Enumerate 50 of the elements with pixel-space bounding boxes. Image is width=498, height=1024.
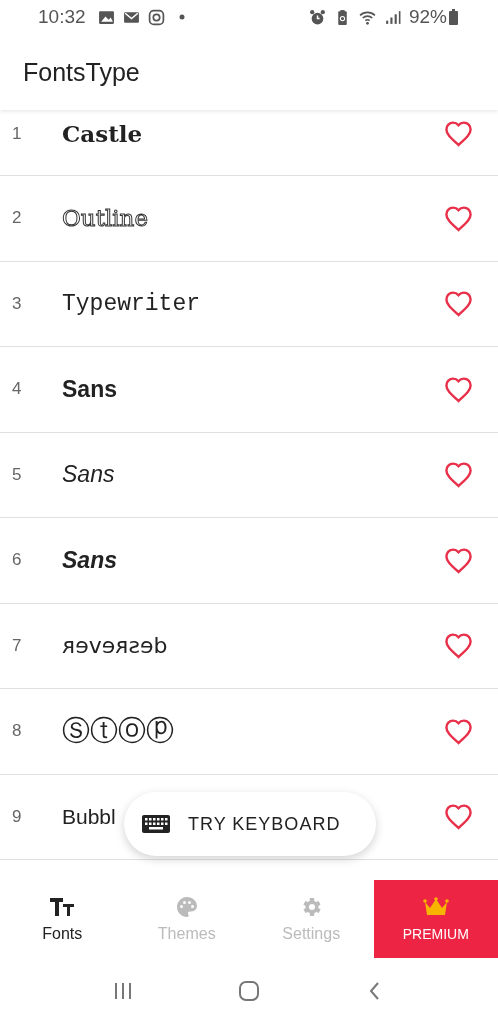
font-sample: Bubbl — [62, 804, 116, 829]
font-row[interactable]: 4 Sans — [0, 347, 498, 433]
status-time: 10:32 — [38, 6, 86, 28]
row-number: 7 — [12, 635, 23, 656]
row-number: 8 — [12, 721, 23, 742]
heart-icon[interactable] — [444, 204, 473, 232]
heart-icon[interactable] — [444, 375, 473, 403]
heart-icon[interactable] — [444, 461, 473, 489]
font-row[interactable]: 3 Typewriter — [0, 261, 498, 347]
font-row[interactable]: 7 ᴙɘvɘᴙƨɘb — [0, 603, 498, 689]
row-number: 4 — [12, 379, 23, 400]
row-number: 3 — [12, 293, 23, 314]
row-number: 5 — [12, 464, 23, 485]
row-number: 1 — [12, 123, 23, 144]
camera-icon — [147, 8, 165, 26]
heart-icon[interactable] — [444, 120, 473, 147]
app-title: FontsType — [23, 57, 140, 87]
heart-icon[interactable] — [444, 632, 473, 660]
battery-icon — [449, 9, 458, 25]
font-sample: Typewriter — [62, 290, 201, 317]
font-row[interactable]: 2 Outline — [0, 176, 498, 262]
signal-icon — [383, 8, 401, 26]
font-sample: Sans — [62, 546, 117, 574]
recent-apps-icon[interactable] — [112, 980, 134, 1002]
font-row[interactable]: 5 Sans — [0, 432, 498, 518]
font-sample: Castle — [62, 120, 143, 147]
image-icon — [97, 8, 115, 26]
dot-icon — [178, 14, 185, 20]
font-sample: Outline — [62, 205, 149, 232]
alarm-icon — [308, 8, 326, 26]
heart-icon[interactable] — [444, 546, 473, 574]
text-size-icon — [49, 895, 76, 919]
font-sample: Sans — [62, 461, 115, 489]
battery-percent: 92% — [408, 6, 447, 28]
font-row[interactable]: 8 Ⓢⓣⓞⓟ — [0, 689, 498, 775]
font-sample: Sans — [62, 375, 117, 403]
keyboard-icon — [142, 815, 170, 833]
font-row[interactable]: 1 Castle — [0, 110, 498, 176]
heart-icon[interactable] — [444, 290, 473, 318]
row-number: 2 — [12, 208, 23, 229]
try-keyboard-button[interactable]: TRY KEYBOARD — [124, 792, 376, 856]
font-sample: Ⓢⓣⓞⓟ — [62, 713, 174, 750]
row-number: 6 — [12, 550, 23, 571]
nav-tab[interactable]: PREMIUM — [373, 880, 498, 958]
heart-icon[interactable] — [444, 803, 473, 831]
row-number: 9 — [12, 806, 23, 827]
heart-icon[interactable] — [444, 717, 473, 745]
font-row[interactable]: 6 Sans — [0, 518, 498, 604]
home-icon[interactable] — [238, 980, 260, 1002]
font-sample: ᴙɘvɘᴙƨɘb — [62, 633, 168, 659]
